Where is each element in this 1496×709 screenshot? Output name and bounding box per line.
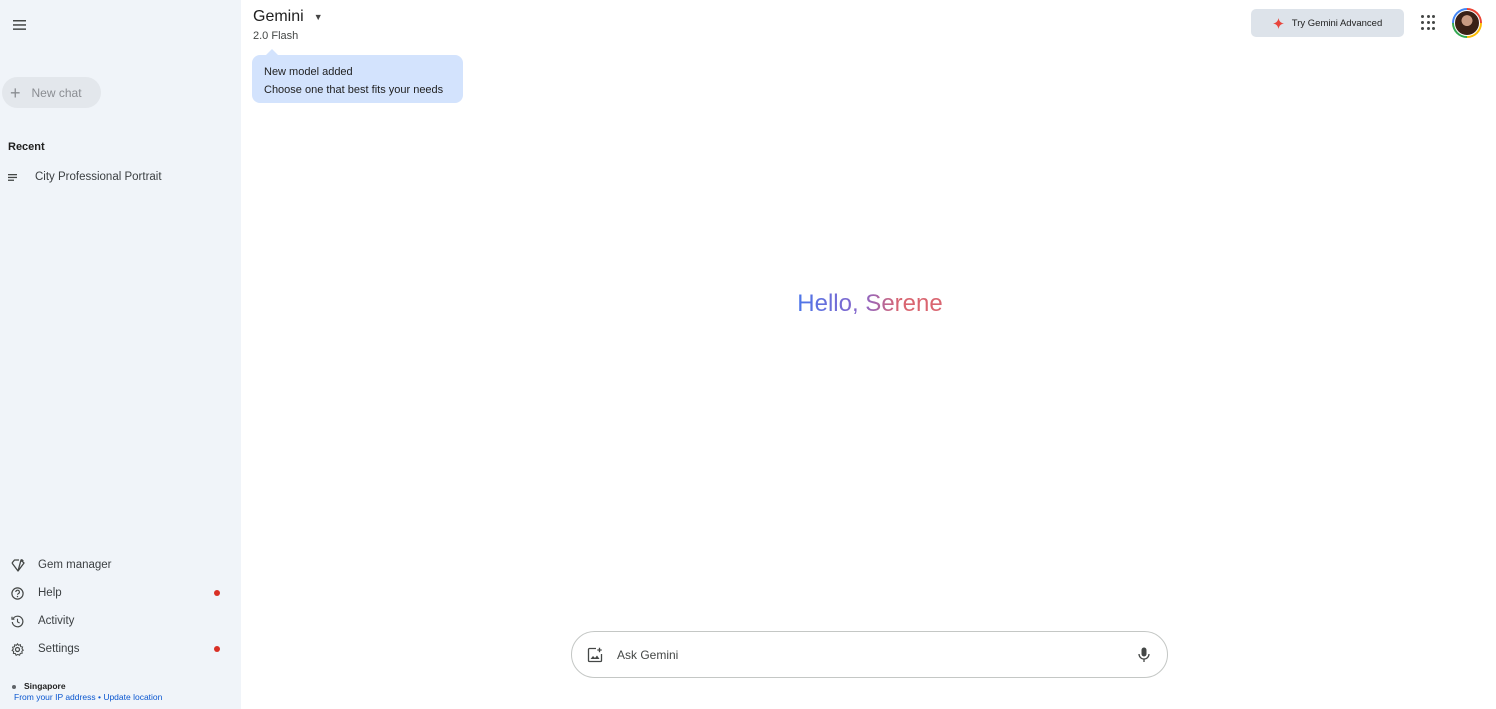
ask-gemini-input[interactable] [617,647,1135,662]
help-label: Help [38,587,62,599]
gem-icon [10,558,25,573]
help-notification-dot [214,590,220,596]
help-item[interactable]: Help [10,583,232,603]
location-info: Singapore From your IP address • Update … [12,681,162,703]
gem-manager-label: Gem manager [38,559,112,571]
sparkle-icon [1272,17,1284,29]
prompt-bar [571,631,1168,678]
account-avatar[interactable] [1452,8,1482,38]
history-icon [10,614,25,629]
try-gemini-advanced-button[interactable]: Try Gemini Advanced [1251,9,1404,37]
model-version: 2.0 Flash [253,30,299,42]
update-location-link[interactable]: Update location [103,692,162,702]
greeting-text: Hello, Serene [797,290,943,317]
recent-heading: Recent [8,141,45,153]
avatar-image [1454,10,1480,36]
recent-chat-item[interactable]: City Professional Portrait [8,168,233,186]
activity-label: Activity [38,615,75,627]
location-separator: • [97,692,101,702]
location-source-link[interactable]: From your IP address [14,692,96,702]
tooltip-text: Choose one that best fits your needs [264,84,444,96]
app-title: Gemini [253,8,304,25]
settings-label: Settings [38,643,80,655]
model-selector[interactable]: Gemini ▼ [253,8,323,26]
settings-item[interactable]: Settings [10,639,232,659]
new-model-tooltip[interactable]: New model added Choose one that best fit… [252,49,463,103]
new-chat-label: New chat [31,85,82,100]
google-apps-icon[interactable] [1421,15,1437,31]
location-city: Singapore [24,681,66,691]
microphone-icon[interactable] [1135,646,1153,664]
gear-icon [10,642,25,657]
settings-notification-dot [214,646,220,652]
new-chat-button[interactable]: + New chat [2,77,101,108]
caret-down-icon: ▼ [313,12,323,22]
chat-lines-icon [8,173,23,181]
tooltip-title: New model added [264,66,353,78]
activity-item[interactable]: Activity [10,611,232,631]
try-gemini-advanced-label: Try Gemini Advanced [1291,17,1383,29]
add-image-icon[interactable] [586,646,604,664]
sidebar: + New chat Recent City Professional Port… [0,0,241,709]
hamburger-menu-icon [12,20,26,30]
gem-manager-item[interactable]: Gem manager [10,555,232,575]
recent-chat-label: City Professional Portrait [35,171,162,183]
location-bullet-icon [12,684,16,689]
help-icon [10,586,25,601]
plus-icon: + [10,82,21,103]
main-menu-button[interactable] [9,15,29,35]
greeting: Hello, Serene [600,290,1140,318]
